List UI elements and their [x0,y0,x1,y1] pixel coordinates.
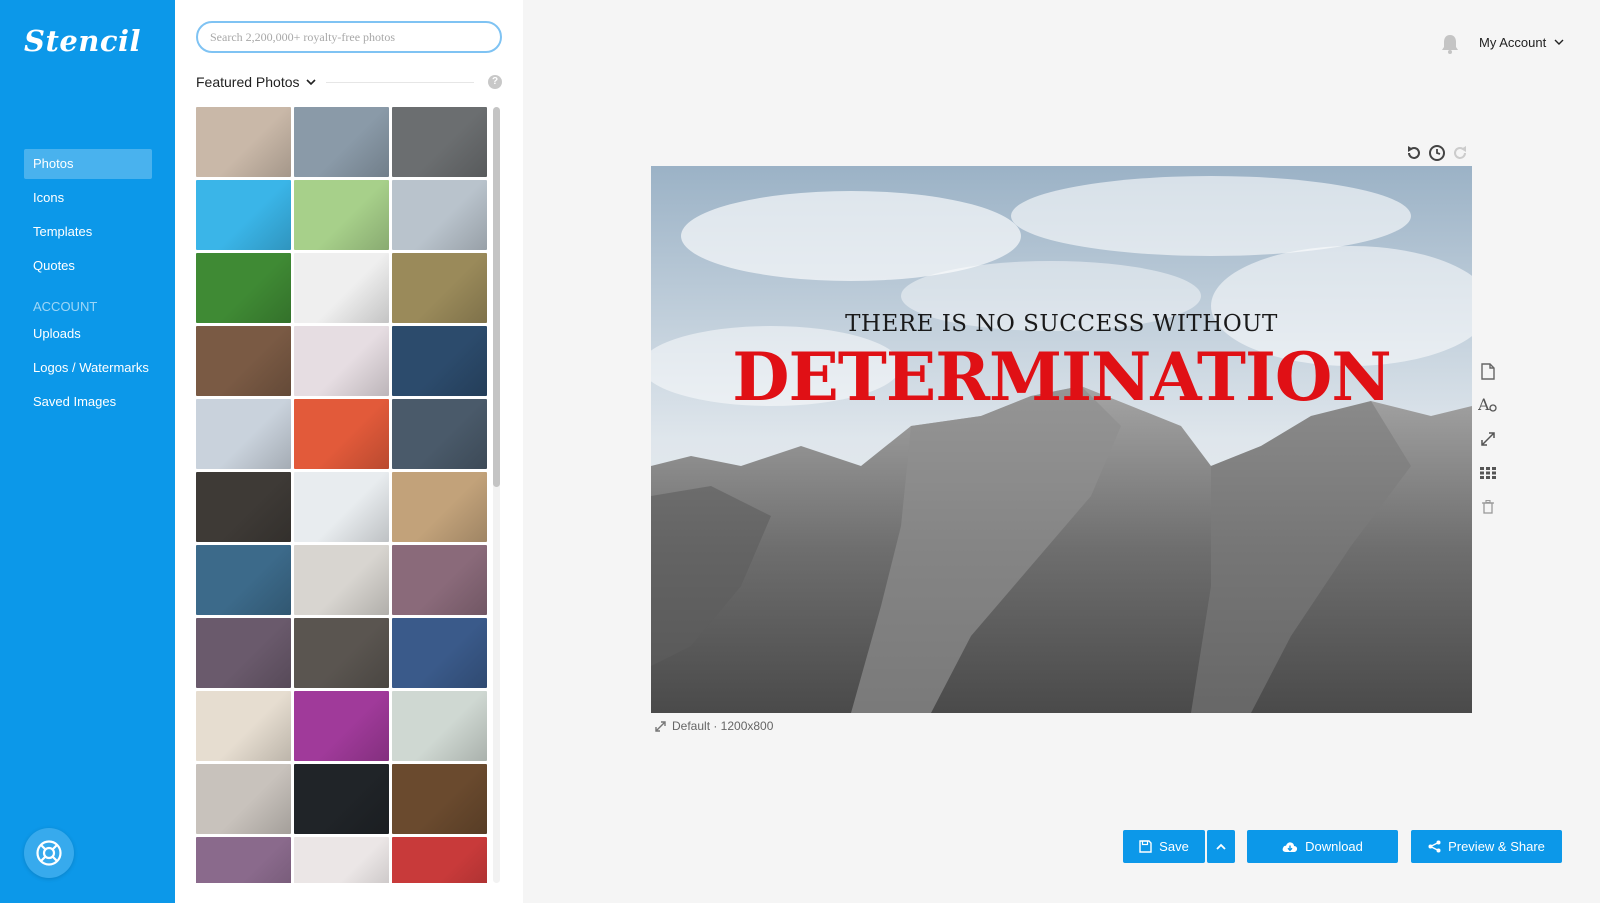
photo-thumbnail[interactable] [196,618,291,688]
sidebar-item-photos[interactable]: Photos [24,149,152,179]
photo-thumbnail[interactable] [294,764,389,834]
photo-thumbnail[interactable] [196,180,291,250]
photo-thumbnail[interactable] [392,472,487,542]
grid-icon [1480,467,1496,479]
lifebuoy-icon [36,840,62,866]
photo-thumbnail[interactable] [392,618,487,688]
photo-thumbnail[interactable] [294,107,389,177]
cloud-download-icon [1282,841,1298,852]
page-icon [1481,362,1495,380]
scrollbar-thumb[interactable] [493,107,500,487]
canvas-size-label[interactable]: Default · 1200x800 [655,719,773,733]
text-style-icon: A [1478,396,1497,414]
sidebar-item-icons[interactable]: Icons [24,183,152,213]
preview-share-label: Preview & Share [1448,839,1545,854]
history-icon[interactable] [1428,144,1446,162]
divider [325,81,474,83]
photo-thumbnail[interactable] [196,399,291,469]
trash-icon [1482,500,1494,514]
photo-thumbnail[interactable] [294,253,389,323]
download-label: Download [1305,839,1363,854]
page-tool[interactable] [1477,360,1499,382]
photo-thumbnail[interactable] [196,326,291,396]
photo-thumbnail[interactable] [196,837,291,883]
history-controls [1405,144,1469,162]
quote-line-2[interactable]: DETERMINATION [651,338,1472,416]
help-question-icon[interactable]: ? [488,75,502,89]
photo-thumbnail[interactable] [294,691,389,761]
resize-arrow-icon [655,720,666,732]
share-icon [1428,840,1441,853]
canvas-tools: A [1477,360,1499,530]
photo-thumbnail[interactable] [392,180,487,250]
canvas-size-text: Default · 1200x800 [672,719,774,733]
resize-icon [1481,432,1495,446]
photo-thumbnail[interactable] [196,253,291,323]
text-style-tool[interactable]: A [1477,394,1499,416]
photo-grid-scrollbar[interactable] [493,107,500,883]
redo-icon[interactable] [1451,144,1469,162]
chevron-down-icon [1554,39,1564,45]
bell-icon[interactable] [1440,33,1460,55]
preview-share-button[interactable]: Preview & Share [1411,830,1562,863]
quote-line-1[interactable]: THERE IS NO SUCCESS WITHOUT [651,311,1472,337]
sidebar-item-uploads[interactable]: Uploads [24,319,152,349]
resize-tool[interactable] [1477,428,1499,450]
save-label: Save [1159,839,1189,854]
photo-thumbnail[interactable] [392,764,487,834]
featured-photos-header: Featured Photos ? [196,72,502,92]
sidebar-item-templates[interactable]: Templates [24,217,152,247]
sidebar-nav: Photos Icons Templates Quotes ACCOUNT Up… [24,149,152,421]
photo-search-input[interactable] [196,21,502,53]
save-button[interactable]: Save [1123,830,1205,863]
photo-thumbnail[interactable] [392,837,487,883]
photo-thumbnail[interactable] [196,472,291,542]
photo-thumbnail[interactable] [196,691,291,761]
photo-thumbnail[interactable] [294,837,389,883]
sidebar: Stencil Photos Icons Templates Quotes AC… [0,0,175,903]
photo-thumbnail[interactable] [392,107,487,177]
background-photo [651,166,1472,713]
save-options-button[interactable] [1207,830,1235,863]
photo-thumbnail[interactable] [392,399,487,469]
photo-thumbnail[interactable] [196,764,291,834]
svg-text:A: A [1478,396,1490,414]
photo-thumbnail[interactable] [392,545,487,615]
photo-thumbnail[interactable] [294,326,389,396]
photo-thumbnail[interactable] [294,180,389,250]
photo-thumbnail[interactable] [196,107,291,177]
sidebar-item-quotes[interactable]: Quotes [24,251,152,281]
chevron-down-icon[interactable] [305,78,316,86]
photo-grid [196,107,490,883]
my-account-menu[interactable]: My Account [1479,35,1564,50]
photo-thumbnail[interactable] [294,399,389,469]
sidebar-item-logos-watermarks[interactable]: Logos / Watermarks [24,353,152,383]
app-logo[interactable]: Stencil [24,24,141,58]
photo-thumbnail[interactable] [392,691,487,761]
featured-photos-dropdown[interactable]: Featured Photos [196,74,300,90]
photo-thumbnail[interactable] [392,253,487,323]
chevron-up-icon [1216,843,1226,850]
photo-thumbnail[interactable] [294,618,389,688]
photo-thumbnail[interactable] [196,545,291,615]
design-canvas[interactable]: THERE IS NO SUCCESS WITHOUT DETERMINATIO… [651,166,1472,713]
sidebar-item-saved-images[interactable]: Saved Images [24,387,152,417]
photo-thumbnail[interactable] [294,545,389,615]
undo-icon[interactable] [1405,144,1423,162]
sidebar-section-account: ACCOUNT [33,299,98,314]
photo-thumbnail[interactable] [294,472,389,542]
photo-panel: Featured Photos ? [175,0,523,903]
help-button[interactable] [24,828,74,878]
delete-tool[interactable] [1477,496,1499,518]
grid-tool[interactable] [1477,462,1499,484]
account-label: My Account [1479,35,1547,50]
download-button[interactable]: Download [1247,830,1398,863]
save-icon [1139,840,1152,853]
photo-thumbnail[interactable] [392,326,487,396]
